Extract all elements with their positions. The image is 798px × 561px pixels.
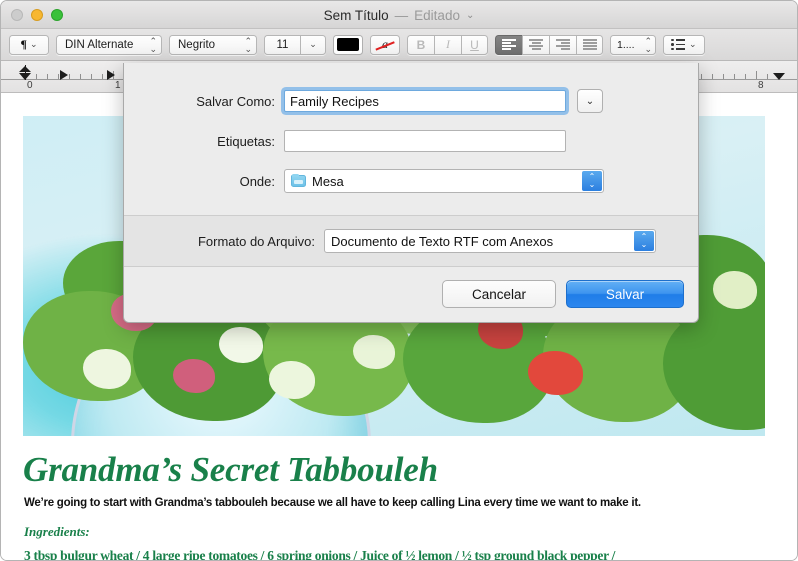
left-indent-marker[interactable] [19, 73, 31, 80]
title-bar[interactable]: Sem Título — Editado ⌄ [1, 1, 797, 29]
ingredients-list: 3 tbsp bulgur wheat / 4 large ripe tomat… [24, 548, 616, 560]
file-format-label: Formato do Arquivo: [197, 233, 315, 249]
where-value: Mesa [312, 173, 344, 189]
underline-label: U [470, 37, 479, 52]
font-size-value: 11 [276, 38, 289, 51]
file-format-row: Formato do Arquivo: Documento de Texto R… [124, 216, 698, 266]
text-style-group: B I U [407, 34, 488, 55]
list-style-value: 1.... [617, 38, 635, 51]
color-swatch-icon [337, 38, 359, 51]
where-row: Onde: Mesa ⌃ ⌄ [124, 169, 698, 193]
bold-button[interactable]: B [407, 34, 434, 55]
document-title: Sem Título [323, 7, 389, 23]
file-format-value: Documento de Texto RTF com Anexos [331, 233, 554, 249]
title-separator: — [394, 7, 409, 23]
chevron-down-icon: ⌄ [585, 95, 595, 107]
italic-label: I [446, 37, 450, 51]
cancel-button[interactable]: Cancelar [442, 280, 556, 308]
tags-row: Etiquetas: [124, 130, 698, 152]
stepper-icon: ⌃ ⌄ [644, 35, 652, 54]
font-size-group: 11 ⌄ [264, 34, 326, 55]
save-dialog: Salvar Como: Family Recipes ⌄ Etiquetas:… [123, 63, 699, 323]
align-left-button[interactable] [495, 34, 522, 55]
tab-stop-marker-1[interactable] [60, 70, 68, 80]
window-title: Sem Título — Editado ⌄ [1, 1, 797, 29]
stepper-icon: ⌃ ⌄ [149, 35, 157, 54]
bold-label: B [416, 37, 426, 52]
underline-button[interactable]: U [461, 34, 488, 55]
alignment-group [495, 34, 603, 55]
format-toolbar: ¶ ⌄ DIN Alternate ⌃⌄ Negrito ⌃⌄ 11 ⌄ a [1, 29, 797, 61]
file-format-select[interactable]: Documento de Texto RTF com Anexos ⌃ ⌄ [324, 229, 656, 253]
font-size-dropdown[interactable]: ⌄ [300, 34, 326, 55]
align-left-icon [502, 39, 516, 50]
chevron-down-icon[interactable]: ⌄ [466, 10, 474, 21]
stepper-icon: ⌃ ⌄ [582, 171, 602, 191]
ruler-label-8: 8 [758, 80, 764, 91]
expand-browser-button[interactable]: ⌄ [577, 89, 603, 113]
align-center-button[interactable] [522, 34, 549, 55]
align-justify-icon [582, 39, 597, 50]
list-style-select[interactable]: 1.... ⌃ ⌄ [610, 34, 656, 55]
edited-status: Editado [414, 7, 460, 23]
close-button[interactable] [11, 8, 23, 21]
paragraph-icon: ¶ [20, 37, 27, 51]
font-style-select[interactable]: Negrito ⌃ ⌄ [169, 34, 257, 55]
align-center-icon [529, 39, 543, 50]
tab-stop-marker-2[interactable] [107, 70, 115, 80]
ruler-label-1: 1 [115, 80, 121, 91]
chevron-down-icon: ⌄ [309, 39, 317, 49]
window-controls[interactable] [1, 8, 63, 21]
bullets-list-button[interactable]: ⌄ [663, 34, 705, 55]
folder-icon [291, 173, 306, 187]
font-style-value: Negrito [178, 38, 216, 51]
align-right-icon [556, 39, 570, 50]
file-format-band: Formato do Arquivo: Documento de Texto R… [124, 216, 698, 266]
stepper-down-icon: ⌄ [588, 180, 596, 189]
text-highlight-remove-button[interactable]: a [370, 34, 400, 55]
align-justify-button[interactable] [576, 34, 603, 55]
stepper-down-icon: ⌄ [640, 240, 648, 249]
stepper-icon: ⌃ ⌄ [244, 35, 252, 54]
chevron-down-icon: ⌄ [29, 39, 38, 49]
save-as-input[interactable]: Family Recipes [284, 90, 566, 112]
bullet-list-icon [671, 38, 685, 51]
paragraph-style-button[interactable]: ¶ ⌄ [9, 34, 49, 55]
ruler-label-0: 0 [27, 80, 33, 91]
save-button[interactable]: Salvar [566, 280, 684, 308]
textedit-window: Sem Título — Editado ⌄ ¶ ⌄ DIN Alternate… [0, 0, 798, 561]
tags-label: Etiquetas: [217, 133, 275, 149]
recipe-intro-paragraph: We’re going to start with Grandma’s tabb… [24, 497, 641, 509]
save-as-label: Salvar Como: [196, 93, 275, 109]
font-family-select[interactable]: DIN Alternate ⌃ ⌄ [56, 34, 162, 55]
text-color-button[interactable] [333, 34, 363, 55]
dialog-actions: Cancelar Salvar [124, 267, 698, 308]
font-size-input[interactable]: 11 [264, 34, 300, 55]
font-family-value: DIN Alternate [65, 38, 134, 51]
chevron-down-icon: ⌄ [688, 39, 697, 49]
recipe-heading: Grandma’s Secret Tabbouleh [23, 450, 438, 489]
tags-input[interactable] [284, 130, 566, 152]
save-as-row: Salvar Como: Family Recipes ⌄ [124, 89, 698, 113]
save-as-value: Family Recipes [290, 93, 379, 109]
right-indent-marker[interactable] [773, 73, 785, 80]
ingredients-label: Ingredients: [24, 524, 90, 539]
zoom-button[interactable] [51, 8, 63, 21]
minimize-button[interactable] [31, 8, 43, 21]
where-select[interactable]: Mesa ⌃ ⌄ [284, 169, 604, 193]
where-label: Onde: [239, 173, 275, 189]
align-right-button[interactable] [549, 34, 576, 55]
stepper-icon: ⌃ ⌄ [634, 231, 654, 251]
italic-button[interactable]: I [434, 34, 461, 55]
